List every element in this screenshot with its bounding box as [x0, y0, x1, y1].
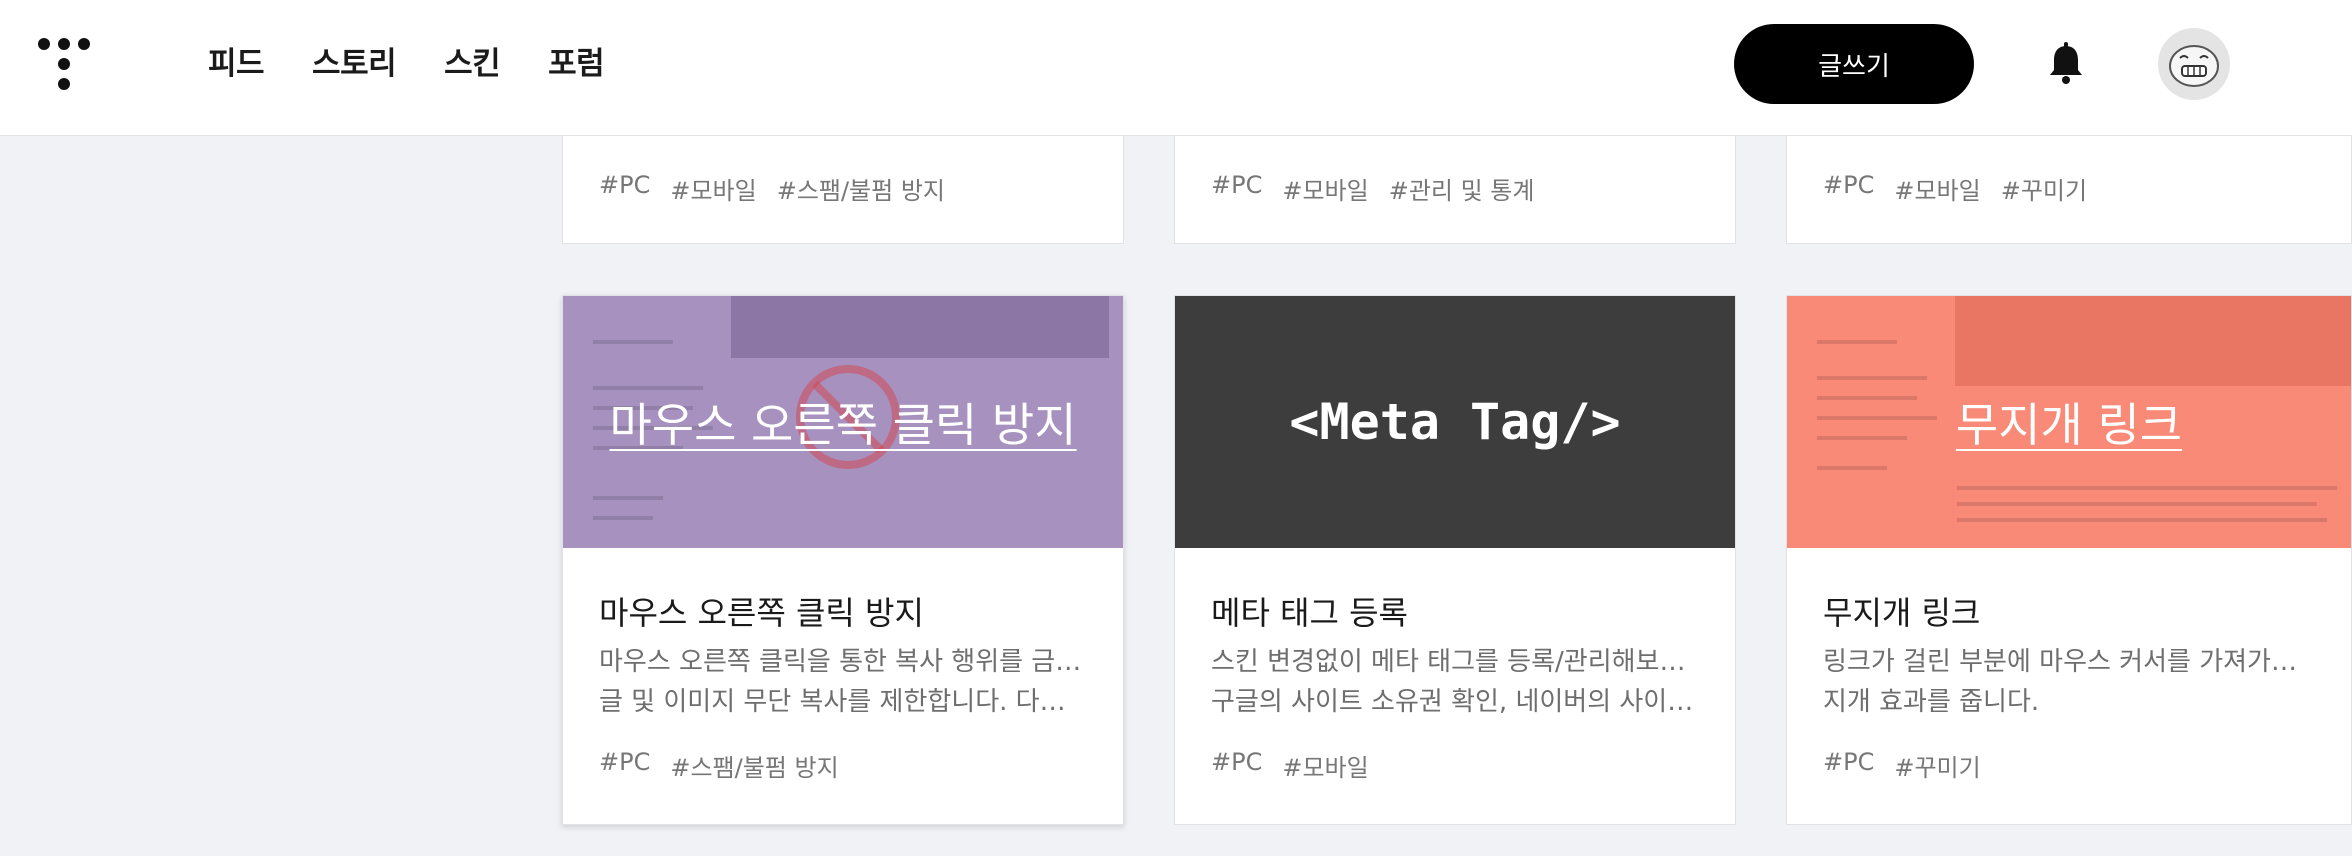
- tag[interactable]: #스팸/불펌 방지: [777, 171, 945, 206]
- tag[interactable]: #모바일: [1282, 171, 1368, 206]
- tag[interactable]: #꾸미기: [1894, 748, 1980, 783]
- tag[interactable]: #모바일: [670, 171, 756, 206]
- card-tags: #PC #모바일 #관리 및 통계: [1211, 171, 1554, 206]
- card-tags: #PC #모바일 #스팸/불펌 방지: [599, 171, 965, 206]
- avatar[interactable]: [2158, 28, 2230, 100]
- tag[interactable]: #PC: [599, 748, 650, 783]
- card-title[interactable]: 무지개 링크: [1823, 588, 1980, 634]
- card-thumbnail: 마우스 오른쪽 클릭 방지: [563, 296, 1123, 548]
- tistory-logo-icon[interactable]: [36, 36, 92, 92]
- card-title[interactable]: 마우스 오른쪽 클릭 방지: [599, 588, 924, 634]
- card-description: 마우스 오른쪽 클릭을 통한 복사 행위를 금지해 글 및 이미지 무단 복사를…: [599, 642, 1089, 722]
- tag[interactable]: #모바일: [1894, 171, 1980, 206]
- thumbnail-title: 무지개 링크: [1955, 398, 2183, 452]
- description-line: 마우스 오른쪽 클릭을 통한 복사 행위를 금지해: [599, 647, 1089, 677]
- plugin-card-right-click-block[interactable]: 마우스 오른쪽 클릭 방지 마우스 오른쪽 클릭 방지 마우스 오른쪽 클릭을 …: [562, 295, 1124, 825]
- card-thumbnail: 무지개 링크: [1787, 296, 2351, 548]
- main-nav: 피드 스토리 스킨 포럼: [208, 42, 652, 86]
- tag[interactable]: #PC: [1211, 748, 1262, 783]
- top-header: 피드 스토리 스킨 포럼 글쓰기: [0, 0, 2352, 136]
- tag[interactable]: #PC: [1823, 748, 1874, 783]
- card-tags: #PC #모바일 #꾸미기: [1823, 171, 2107, 206]
- description-line: 링크가 걸린 부분에 마우스 커서를 가져가면 무: [1823, 647, 2313, 677]
- card-tags: #PC #스팸/불펌 방지: [599, 748, 859, 783]
- card-title[interactable]: 메타 태그 등록: [1211, 588, 1408, 634]
- card-tags: #PC #꾸미기: [1823, 748, 2001, 783]
- plugin-card-meta-tag[interactable]: <Meta Tag/> 메타 태그 등록 스킨 변경없이 메타 태그를 등록/관…: [1174, 295, 1736, 825]
- nav-item-forum[interactable]: 포럼: [548, 42, 605, 86]
- avatar-face-icon: [2158, 28, 2230, 100]
- tag[interactable]: #관리 및 통계: [1389, 171, 1535, 206]
- description-line: 글 및 이미지 무단 복사를 제한합니다. 다만 …: [599, 687, 1089, 717]
- card-tags: #PC #모바일: [1211, 748, 1389, 783]
- tag[interactable]: #PC: [1823, 171, 1874, 206]
- nav-item-skin[interactable]: 스킨: [444, 42, 501, 86]
- tag[interactable]: #PC: [1211, 171, 1262, 206]
- tag[interactable]: #PC: [599, 171, 650, 206]
- plugin-card-rainbow-link[interactable]: 무지개 링크 무지개 링크 링크가 걸린 부분에 마우스 커서를 가져가면 무 …: [1786, 295, 2352, 825]
- thumbnail-title: 마우스 오른쪽 클릭 방지: [609, 398, 1077, 452]
- tag[interactable]: #모바일: [1282, 748, 1368, 783]
- description-line: 구글의 사이트 소유권 확인, 네이버의 사이트…: [1211, 687, 1701, 717]
- tag[interactable]: #꾸미기: [2001, 171, 2087, 206]
- card-description: 링크가 걸린 부분에 마우스 커서를 가져가면 무 지개 효과를 줍니다.: [1823, 642, 2313, 722]
- bell-icon[interactable]: [2046, 42, 2086, 86]
- description-line: 지개 효과를 줍니다.: [1823, 687, 2040, 717]
- tag[interactable]: #스팸/불펌 방지: [670, 748, 838, 783]
- card-thumbnail: <Meta Tag/>: [1175, 296, 1735, 548]
- description-line: 스킨 변경없이 메타 태그를 등록/관리해보세요.: [1211, 647, 1701, 677]
- thumbnail-title: <Meta Tag/>: [1289, 393, 1621, 451]
- nav-item-story[interactable]: 스토리: [312, 42, 397, 86]
- write-button[interactable]: 글쓰기: [1734, 24, 1974, 104]
- nav-item-feed[interactable]: 피드: [208, 42, 265, 86]
- card-description: 스킨 변경없이 메타 태그를 등록/관리해보세요. 구글의 사이트 소유권 확인…: [1211, 642, 1701, 722]
